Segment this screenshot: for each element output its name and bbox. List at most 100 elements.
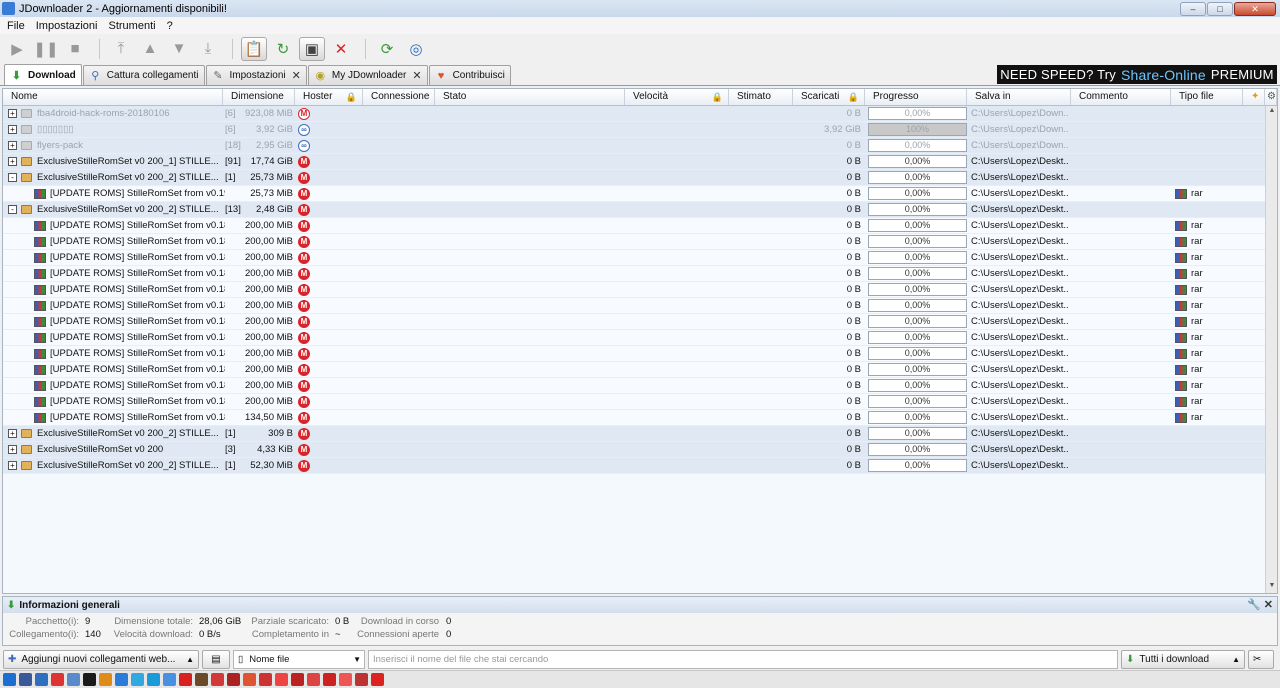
menu-file[interactable]: File — [3, 20, 32, 32]
taskbar-app-icon[interactable] — [19, 673, 32, 686]
package-row[interactable]: - ExclusiveStilleRomSet v0 200_2] STILLE.… — [3, 170, 1265, 186]
taskbar-app-icon[interactable] — [99, 673, 112, 686]
tab-cattura-collegamenti[interactable]: ⚲ Cattura collegamenti — [82, 65, 205, 85]
menu-impostazioni[interactable]: Impostazioni — [32, 20, 105, 32]
tab-impostazioni[interactable]: ✎ Impostazioni ✕ — [205, 65, 307, 85]
maximize-button[interactable]: □ — [1207, 1, 1233, 16]
expand-toggle-icon[interactable]: - — [8, 205, 17, 214]
pause-downloads-button[interactable]: ❚❚ — [33, 37, 59, 61]
remove-finished-button[interactable]: ✕ — [328, 37, 354, 61]
taskbar-app-icon[interactable] — [227, 673, 240, 686]
taskbar-app-icon[interactable] — [307, 673, 320, 686]
silent-mode-button[interactable]: ▣ — [299, 36, 325, 61]
taskbar-app-icon[interactable] — [3, 673, 16, 686]
column-nome[interactable]: Nome — [3, 89, 223, 105]
package-row[interactable]: + ExclusiveStilleRomSet v0 200_1] STILLE.… — [3, 154, 1265, 170]
expand-toggle-icon[interactable]: - — [8, 173, 17, 182]
close-window-button[interactable]: ✕ — [1234, 1, 1276, 16]
link-row[interactable]: [UPDATE ROMS] StilleRomSet from v0.182..… — [3, 394, 1265, 410]
close-panel-icon[interactable]: ✕ — [1264, 599, 1273, 611]
auto-reconnect-button[interactable]: ↻ — [270, 37, 296, 61]
taskbar-app-icon[interactable] — [179, 673, 192, 686]
column-connessione[interactable]: Connessione — [363, 89, 435, 105]
package-row[interactable]: + ExclusiveStilleRomSet v0 200_2] STILLE.… — [3, 458, 1265, 474]
column-dimensione[interactable]: Dimensione — [223, 89, 295, 105]
expand-toggle-icon[interactable]: + — [8, 157, 17, 166]
close-tab-icon[interactable]: ✕ — [292, 69, 301, 82]
filter-field-select[interactable]: ▯ Nome file ▼ — [233, 650, 365, 669]
start-downloads-button[interactable]: ▶ — [4, 37, 30, 61]
link-row[interactable]: [UPDATE ROMS] StilleRomSet from v0.182..… — [3, 410, 1265, 426]
all-downloads-filter-button[interactable]: ⬇ Tutti i download ▲ — [1121, 650, 1245, 669]
reconnect-button[interactable]: ◎ — [403, 37, 429, 61]
package-row[interactable]: + ▯▯▯▯▯▯▯ [6] 3,92 GiB ∞ 3,92 GiB 100% C:\Users… — [3, 122, 1265, 138]
taskbar-app-icon[interactable] — [355, 673, 368, 686]
expand-toggle-icon[interactable]: + — [8, 429, 17, 438]
package-row[interactable]: + ExclusiveStilleRomSet v0 200_2] STILLE.… — [3, 426, 1265, 442]
table-settings-icon[interactable]: ⚙ — [1265, 89, 1277, 105]
taskbar-app-icon[interactable] — [275, 673, 288, 686]
link-row[interactable]: [UPDATE ROMS] StilleRomSet from v0.182..… — [3, 346, 1265, 362]
move-up-button[interactable]: ▲ — [137, 37, 163, 61]
tab-contribuisci[interactable]: ♥ Contribuisci — [428, 65, 511, 85]
menu-strumenti[interactable]: Strumenti — [105, 20, 163, 32]
column-hoster[interactable]: Hoster 🔒 — [295, 89, 363, 105]
link-row[interactable]: [UPDATE ROMS] StilleRomSet from v0.182..… — [3, 282, 1265, 298]
column-chooser-icon[interactable]: ✦ — [1243, 89, 1265, 105]
close-tab-icon[interactable]: ✕ — [412, 69, 421, 82]
column-stimato[interactable]: Stimato — [729, 89, 793, 105]
column-salva-in[interactable]: Salva in — [967, 89, 1071, 105]
expand-toggle-icon[interactable]: + — [8, 141, 17, 150]
move-down-button[interactable]: ▼ — [166, 37, 192, 61]
taskbar-app-icon[interactable] — [195, 673, 208, 686]
taskbar-app-icon[interactable] — [259, 673, 272, 686]
scroll-down-icon[interactable]: ▼ — [1267, 582, 1277, 592]
move-top-button[interactable]: ⤒ — [108, 37, 134, 61]
column-tipo-file[interactable]: Tipo file — [1171, 89, 1243, 105]
taskbar-app-icon[interactable] — [83, 673, 96, 686]
package-row[interactable]: - ExclusiveStilleRomSet v0 200_2] STILLE.… — [3, 202, 1265, 218]
link-row[interactable]: [UPDATE ROMS] StilleRomSet from v0.182..… — [3, 362, 1265, 378]
minimize-button[interactable]: – — [1180, 1, 1206, 16]
tab-download[interactable]: ⬇ Download — [4, 64, 82, 85]
taskbar-app-icon[interactable] — [291, 673, 304, 686]
taskbar-app-icon[interactable] — [339, 673, 352, 686]
expand-toggle-icon[interactable]: + — [8, 445, 17, 454]
column-stato[interactable]: Stato — [435, 89, 625, 105]
package-row[interactable]: + ExclusiveStilleRomSet v0 200 [3] 4,33 KiB… — [3, 442, 1265, 458]
link-row[interactable]: [UPDATE ROMS] StilleRomSet from v0.182..… — [3, 298, 1265, 314]
expand-toggle-icon[interactable]: + — [8, 461, 17, 470]
update-button[interactable]: ⟳ — [374, 37, 400, 61]
filter-type-button[interactable]: ▤ — [202, 650, 230, 669]
link-row[interactable]: [UPDATE ROMS] StilleRomSet from v0.182..… — [3, 266, 1265, 282]
taskbar-app-icon[interactable] — [147, 673, 160, 686]
taskbar-app-icon[interactable] — [211, 673, 224, 686]
link-row[interactable]: [UPDATE ROMS] StilleRomSet from v0.182..… — [3, 314, 1265, 330]
scroll-up-icon[interactable]: ▲ — [1267, 107, 1277, 117]
add-links-button[interactable]: ✚ Aggiungi nuovi collegamenti web... ▲ — [3, 650, 199, 669]
taskbar-app-icon[interactable] — [115, 673, 128, 686]
taskbar-app-icon[interactable] — [131, 673, 144, 686]
link-row[interactable]: [UPDATE ROMS] StilleRomSet from v0.182..… — [3, 250, 1265, 266]
taskbar-app-icon[interactable] — [163, 673, 176, 686]
column-commento[interactable]: Commento — [1071, 89, 1171, 105]
link-row[interactable]: [UPDATE ROMS] StilleRomSet from v0.182..… — [3, 330, 1265, 346]
column-velocita[interactable]: Velocità 🔒 — [625, 89, 729, 105]
move-bottom-button[interactable]: ⤓ — [195, 37, 221, 61]
package-row[interactable]: + flyers-pack [18] 2,95 GiB ∞ 0 B 0,00% C:\User… — [3, 138, 1265, 154]
column-scaricati[interactable]: Scaricati 🔒 — [793, 89, 865, 105]
search-input[interactable]: Inserisci il nome del file che stai cerc… — [368, 650, 1118, 669]
taskbar-app-icon[interactable] — [323, 673, 336, 686]
clipboard-observer-button[interactable]: 📋 — [241, 36, 267, 61]
taskbar-app-icon[interactable] — [371, 673, 384, 686]
package-row[interactable]: + fba4droid-hack-roms-20180106 [6] 923,08 M… — [3, 106, 1265, 122]
expand-toggle-icon[interactable]: + — [8, 109, 17, 118]
premium-banner[interactable]: NEED SPEED? Try Share-Online PREMIUM — [997, 65, 1277, 84]
link-row[interactable]: [UPDATE ROMS] StilleRomSet from v0.182..… — [3, 234, 1265, 250]
tab-my-jdownloader[interactable]: ◉ My JDownloader ✕ — [307, 65, 428, 85]
taskbar-app-icon[interactable] — [51, 673, 64, 686]
taskbar-app-icon[interactable] — [67, 673, 80, 686]
taskbar-app-icon[interactable] — [243, 673, 256, 686]
expand-toggle-icon[interactable]: + — [8, 125, 17, 134]
stop-downloads-button[interactable]: ■ — [62, 37, 88, 61]
